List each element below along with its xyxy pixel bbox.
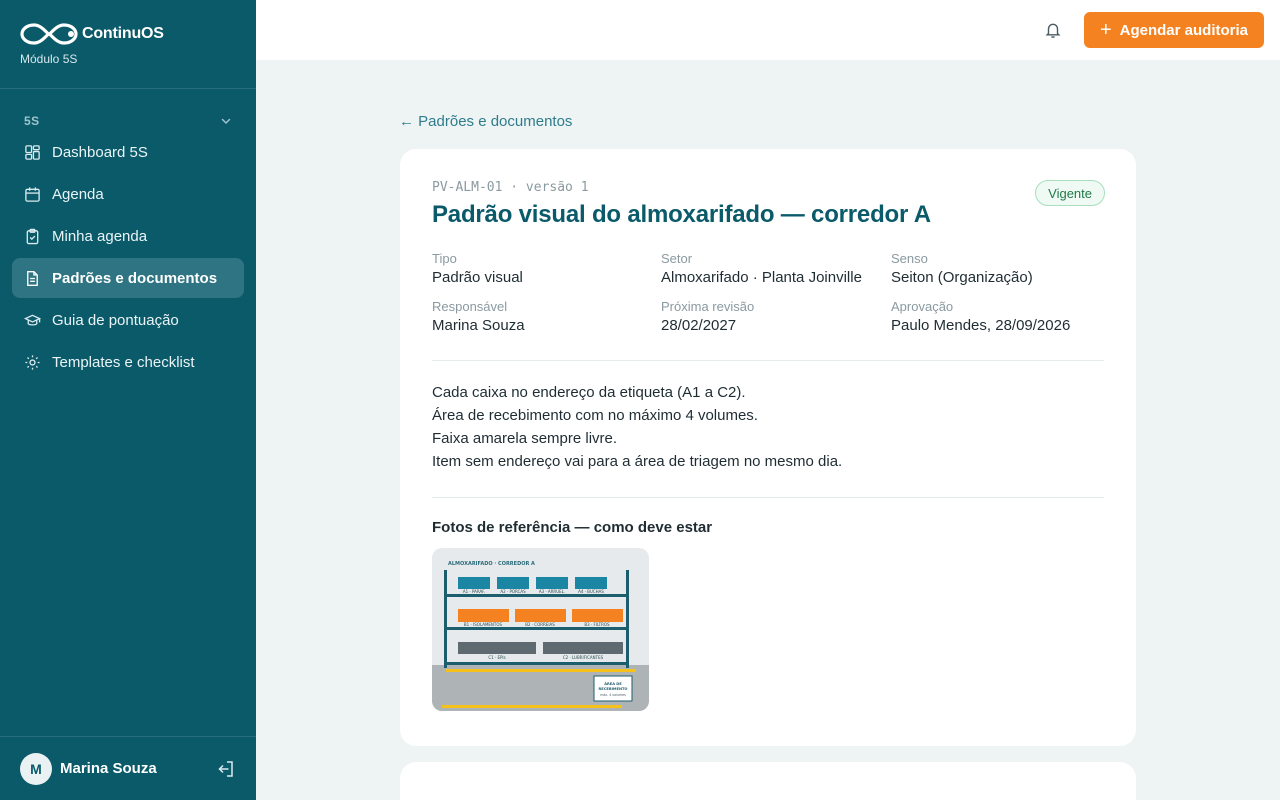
schedule-audit-button[interactable]: + Agendar auditoria (1083, 12, 1264, 48)
divider (432, 497, 1104, 498)
meta-value: Marina Souza (432, 317, 525, 334)
sidebar-item-label: Dashboard 5S (52, 143, 148, 161)
sidebar-item-label: Guia de pontuação (52, 311, 179, 329)
sidebar-item-padroes-documentos[interactable]: Padrões e documentos (12, 258, 244, 298)
meta-key: Senso (891, 251, 928, 266)
page-title: Padrão visual do almoxarifado — corredor… (432, 201, 931, 228)
slot-label: B2 · CORREIAS (525, 622, 555, 627)
description-line: Cada caixa no endereço da etiqueta (A1 a… (432, 384, 746, 401)
infinity-logo-icon (20, 23, 78, 45)
shelf-illustration: ALMOXARIFADO · CORREDOR A A1 · PARAF. A2… (432, 548, 649, 711)
sidebar-item-label: Minha agenda (52, 227, 148, 245)
sidebar-item-dashboard[interactable]: Dashboard 5S (12, 132, 244, 172)
sidebar-item-minha-agenda[interactable]: Minha agenda (12, 216, 244, 256)
brand-name: ContinuOS (82, 25, 164, 42)
document-code: PV-ALM-01 · versão 1 (432, 180, 589, 195)
sidebar-item-guia-pontuacao[interactable]: Guia de pontuação (12, 300, 244, 340)
schedule-audit-label: Agendar auditoria (1119, 21, 1248, 39)
area-label: ÁREA DE (604, 681, 622, 686)
divider (432, 360, 1104, 361)
photo-heading: ALMOXARIFADO · CORREDOR A (448, 561, 535, 567)
document-card: PV-ALM-01 · versão 1 Padrão visual do al… (400, 149, 1136, 746)
meta-key: Próxima revisão (661, 299, 755, 314)
meta-key: Aprovação (891, 299, 954, 314)
back-link[interactable]: ← Padrões e documentos (399, 113, 572, 130)
meta-value: Padrão visual (432, 269, 523, 286)
sidebar-nav: Dashboard 5S Agenda Minha agenda Padrões… (0, 132, 256, 382)
plus-icon: + (1099, 19, 1112, 41)
meta-responsavel: Responsável Marina Souza (432, 299, 661, 334)
meta-aprovacao: Aprovação Paulo Mendes, 28/09/2026 (891, 299, 1104, 334)
nav-section-5s[interactable]: 5S (0, 113, 256, 129)
meta-proxima-revisao: Próxima revisão 28/02/2027 (661, 299, 891, 334)
sidebar-item-label: Padrões e documentos (52, 269, 218, 287)
meta-key: Tipo (432, 251, 457, 266)
sidebar-item-label: Agenda (52, 185, 104, 203)
brand-subtitle: Módulo 5S (20, 52, 78, 66)
metadata-grid: Tipo Padrão visual Setor Almoxarifado · … (432, 251, 1104, 334)
meta-key: Responsável (432, 299, 508, 314)
logout-icon[interactable] (216, 759, 236, 779)
description-line: Faixa amarela sempre livre. (432, 430, 618, 447)
meta-key: Setor (661, 251, 693, 266)
reference-photo[interactable]: ALMOXARIFADO · CORREDOR A A1 · PARAF. A2… (432, 548, 649, 711)
bell-icon[interactable] (1044, 21, 1062, 39)
graduation-cap-icon (24, 314, 41, 326)
avatar[interactable]: M (20, 752, 52, 785)
area-label: máx. 4 volumes (600, 693, 626, 697)
clipboard-check-icon (26, 228, 39, 244)
document-icon (27, 270, 38, 286)
sidebar-item-label: Templates e checklist (52, 353, 195, 371)
slot-label: A3 · ARRUEL. (539, 589, 565, 594)
meta-value: 28/02/2027 (661, 317, 737, 334)
meta-value: Seiton (Organização) (891, 269, 1033, 286)
gear-icon (25, 354, 40, 370)
dashboard-icon (25, 144, 40, 160)
meta-senso: Senso Seiton (Organização) (891, 251, 1104, 286)
user-name: Marina Souza (60, 760, 157, 777)
sidebar-item-templates[interactable]: Templates e checklist (12, 342, 244, 382)
slot-label: A2 · PORCAS (500, 589, 526, 594)
photos-title: Fotos de referência — como deve estar (432, 519, 713, 536)
description-line: Área de recebimento com no máximo 4 volu… (432, 407, 758, 424)
slot-label: A4 · BUCHAS (578, 589, 604, 594)
status-badge: Vigente (1035, 180, 1105, 206)
meta-setor: Setor Almoxarifado · Planta Joinville (661, 251, 891, 286)
nav-section-title: 5S (24, 114, 40, 128)
meta-tipo: Tipo Padrão visual (432, 251, 661, 286)
chevron-down-icon (221, 118, 231, 125)
user-bar: M Marina Souza (0, 736, 256, 800)
sidebar: ContinuOS Módulo 5S 5S Dashboard 5S Agen… (0, 0, 256, 800)
calendar-icon (25, 186, 40, 202)
meta-value: Almoxarifado · Planta Joinville (661, 269, 862, 286)
slot-label: B3 · FILTROS (584, 622, 610, 627)
area-label: RECEBIMENTO (599, 687, 628, 691)
slot-label: A1 · PARAF. (463, 589, 485, 594)
slot-label: C2 · LUBRIFICANTES (563, 655, 604, 660)
brand: ContinuOS Módulo 5S (0, 0, 256, 89)
meta-value: Paulo Mendes, 28/09/2026 (891, 317, 1071, 334)
sidebar-item-agenda[interactable]: Agenda (12, 174, 244, 214)
topbar: + Agendar auditoria (256, 0, 1280, 60)
slot-label: C1 · EPIs (488, 655, 505, 660)
secondary-card (400, 762, 1136, 800)
slot-label: B1 · ISOLAMENTOS (464, 622, 503, 627)
description: Cada caixa no endereço da etiqueta (A1 a… (432, 381, 1104, 473)
description-line: Item sem endereço vai para a área de tri… (432, 453, 843, 470)
